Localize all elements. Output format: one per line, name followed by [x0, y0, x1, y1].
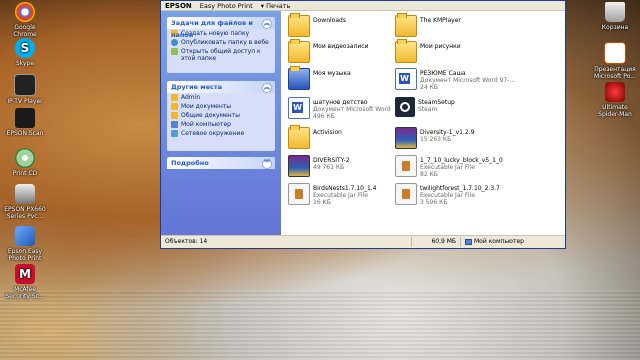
desktop-icon-skype[interactable]: S Skype: [2, 38, 48, 67]
folder-icon: [288, 13, 310, 37]
places-panel-header[interactable]: Другие места ︽: [167, 81, 275, 93]
details-panel: Подробно ︾: [167, 157, 275, 169]
epson-brand: EPSON: [165, 1, 192, 10]
collapse-icon[interactable]: ︽: [262, 83, 272, 93]
recycle-bin-icon: [605, 2, 625, 22]
file-list: Downloads The KMPlayer Мои видеозаписи М…: [282, 11, 565, 237]
desktop-icon-easy-photo-print[interactable]: Epson Easy Photo Print: [2, 226, 48, 262]
places-panel: Другие места ︽ Admin Мои документы Общие…: [167, 81, 275, 151]
status-bar: Объектов: 14 60,9 МБ Мой компьютер: [161, 235, 565, 248]
jar-file-icon: [395, 155, 417, 177]
mcafee-icon: M: [15, 264, 35, 284]
explorer-window: EPSON Easy Photo Print ▾ Печать Задачи д…: [160, 0, 566, 249]
printer-icon: [15, 184, 35, 204]
skype-icon: S: [15, 38, 35, 58]
file-item-kmplayer[interactable]: The KMPlayer: [395, 13, 530, 37]
newspaper-texture: [0, 290, 640, 360]
archive-icon: [395, 127, 417, 149]
word-document-icon: [288, 97, 310, 119]
task-share-folder[interactable]: Открыть общий доступ к этой папке: [167, 47, 275, 63]
computer-icon: [465, 239, 472, 245]
cd-icon: [15, 148, 35, 168]
status-size: 60,9 МБ: [412, 237, 461, 247]
desktop-icon-mcafee[interactable]: M McAfee Security Sc...: [2, 264, 48, 300]
folder-icon: [395, 13, 417, 37]
menu-bar: EPSON Easy Photo Print ▾ Печать: [161, 1, 565, 11]
desktop-icon-iptv[interactable]: IP-TV Player: [2, 74, 48, 105]
place-network[interactable]: Сетевое окружение: [167, 129, 275, 138]
task-pane: Задачи для файлов и папок ︽ Создать нову…: [161, 11, 281, 237]
folder-icon: [288, 125, 310, 149]
music-folder-icon: [288, 66, 310, 90]
desktop-icon-spiderman[interactable]: Ultimate Spider-Man: [592, 82, 638, 118]
video-folder-icon: [288, 39, 310, 63]
folder-icon: [171, 112, 178, 119]
desktop-icon-presentation[interactable]: Презентация Microsoft Po...: [592, 42, 638, 80]
powerpoint-icon: [604, 42, 626, 64]
status-object-count: Объектов: 14: [161, 237, 412, 247]
scanner-icon: [15, 108, 35, 128]
place-my-documents[interactable]: Мои документы: [167, 102, 275, 111]
file-item-my-pictures[interactable]: Мои рисунки: [395, 39, 530, 63]
folder-icon: [171, 94, 178, 101]
tasks-panel-header[interactable]: Задачи для файлов и папок ︽: [167, 17, 275, 39]
desktop-icon-recycle-bin[interactable]: Корзина: [592, 2, 638, 31]
chrome-icon: [15, 2, 35, 22]
desktop-icon-epson-scan[interactable]: EPSON Scan: [2, 108, 48, 137]
desktop-icon-chrome[interactable]: Google Chrome: [2, 2, 48, 38]
archive-icon: [288, 155, 310, 177]
folder-icon: [171, 103, 178, 110]
file-item-diversity-1[interactable]: Diversity-1_v1.2.9 15 263 КБ: [395, 127, 530, 149]
place-shared-documents[interactable]: Общие документы: [167, 111, 275, 120]
status-location: Мой компьютер: [461, 237, 528, 247]
file-item-lucky-block[interactable]: 1_7_10_lucky_block_v5_1_0 Executable Jar…: [395, 155, 530, 178]
file-item-resume[interactable]: РЕЗЮМЕ Саша Документ Microsoft Word 97-.…: [395, 68, 530, 91]
place-admin[interactable]: Admin: [167, 93, 275, 102]
spiderman-icon: [605, 82, 625, 102]
share-icon: [171, 48, 178, 55]
details-panel-header[interactable]: Подробно ︾: [167, 157, 275, 169]
pictures-folder-icon: [395, 39, 417, 63]
menu-easy-photo-print[interactable]: Easy Photo Print: [200, 2, 253, 10]
word-document-icon: [395, 68, 417, 90]
computer-icon: [171, 121, 178, 128]
steam-icon: [395, 97, 415, 117]
file-item-twilightforest[interactable]: twilightforest_1.7.10_2.3.7 Executable J…: [395, 183, 530, 206]
tv-icon: [14, 74, 36, 96]
tasks-panel: Задачи для файлов и папок ︽ Создать нову…: [167, 17, 275, 73]
jar-file-icon: [395, 183, 417, 205]
collapse-icon[interactable]: ︽: [262, 19, 272, 29]
desktop-icon-print-cd[interactable]: Print CD: [2, 148, 48, 177]
network-icon: [171, 130, 178, 137]
desktop-icon-epson-px660[interactable]: EPSON PX660 Series Pvc...: [2, 184, 48, 220]
file-item-steamsetup[interactable]: SteamSetup Steam: [395, 97, 530, 117]
place-my-computer[interactable]: Мой компьютер: [167, 120, 275, 129]
jar-file-icon: [288, 183, 310, 205]
expand-icon[interactable]: ︾: [262, 159, 272, 169]
menu-print[interactable]: ▾ Печать: [261, 2, 291, 10]
photo-print-icon: [15, 226, 35, 246]
